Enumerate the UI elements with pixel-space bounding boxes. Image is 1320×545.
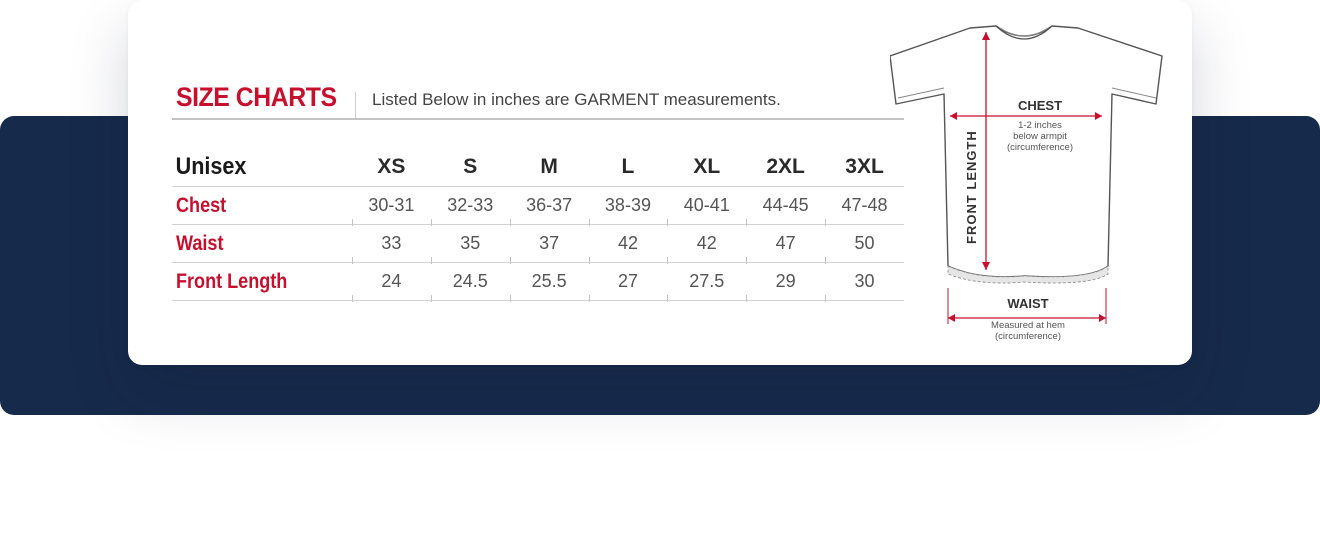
table-cell: 42: [667, 225, 746, 264]
table-cell: 24: [352, 263, 431, 302]
table-cell: 33: [352, 225, 431, 264]
front-length-label: FRONT LENGTH: [964, 130, 979, 244]
table-cell: 29: [746, 263, 825, 302]
table-row-chest: Chest 30-31 32-33 36-37 38-39 40-41 44-4…: [172, 187, 904, 226]
table-cell: 40-41: [667, 187, 746, 226]
table-cell: 27.5: [667, 263, 746, 302]
chest-note-1: 1-2 inches: [1018, 120, 1062, 131]
table-cell: 37: [509, 225, 589, 264]
chest-note-2: below armpit: [1013, 131, 1067, 142]
size-header-xs: XS: [377, 155, 406, 178]
table-row-front-length: Front Length 24 24.5 25.5 27 27.5 29 30: [172, 263, 904, 302]
size-header-2xl: 2XL: [766, 155, 805, 178]
waist-note-1: Measured at hem: [991, 320, 1065, 331]
table-cell: 44-45: [746, 187, 825, 226]
table-cell: 36-37: [509, 187, 589, 226]
size-header-xl: XL: [693, 155, 721, 178]
size-chart-title: SIZE CHARTS: [176, 82, 337, 112]
table-cell: 35: [430, 225, 510, 264]
table-cell: 30-31: [352, 187, 431, 226]
table-cell: 32-33: [430, 187, 510, 226]
chest-note-3: (circumference): [1007, 142, 1073, 153]
size-header-l: L: [621, 155, 635, 178]
waist-note-2: (circumference): [995, 331, 1061, 342]
table-cell: 38-39: [588, 187, 668, 226]
table-cell: 42: [588, 225, 668, 264]
row-label-waist: Waist: [176, 231, 224, 255]
size-chart-card: SIZE CHARTS Listed Below in inches are G…: [128, 0, 1192, 365]
row-label-chest: Chest: [176, 193, 227, 217]
tshirt-diagram: CHEST 1-2 inches below armpit (circumfer…: [890, 25, 1163, 342]
chest-label: CHEST: [1018, 98, 1062, 113]
size-table: Unisex XS S M L XL 2XL 3XL Chest 30-31 3…: [172, 148, 904, 302]
title-underline: [172, 118, 904, 120]
table-cell: 27: [588, 263, 668, 302]
size-header-m: M: [540, 155, 558, 178]
size-chart-subtitle: Listed Below in inches are GARMENT measu…: [372, 90, 781, 109]
size-header-row: Unisex XS S M L XL 2XL 3XL: [172, 148, 904, 187]
size-header-s: S: [463, 155, 478, 178]
unisex-header: Unisex: [175, 153, 247, 180]
row-label-front-length: Front Length: [176, 269, 288, 293]
table-cell: 47: [746, 225, 825, 264]
table-cell: 24.5: [430, 263, 510, 302]
table-row-waist: Waist 33 35 37 42 42 47 50: [172, 225, 904, 264]
title-divider: [355, 92, 356, 118]
table-cell: 25.5: [509, 263, 589, 302]
waist-label: WAIST: [1007, 296, 1048, 311]
